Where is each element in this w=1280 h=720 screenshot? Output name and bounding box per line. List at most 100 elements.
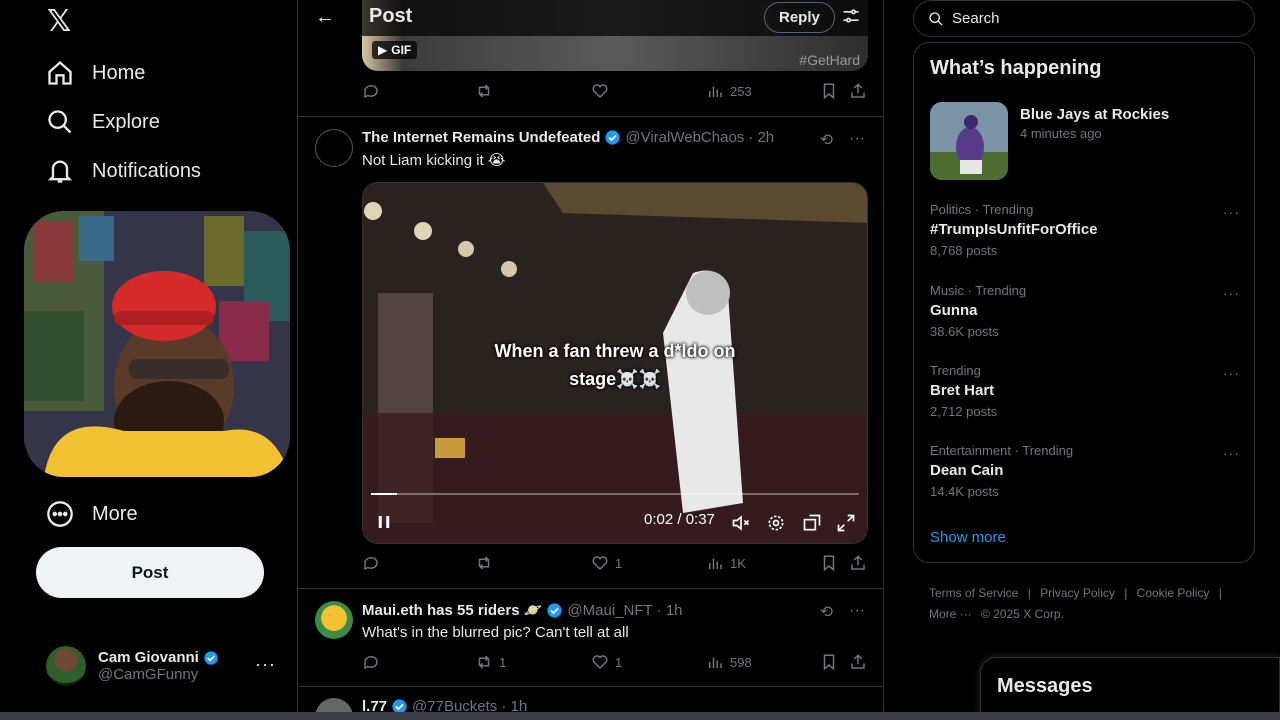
terms-link[interactable]: Terms of Service	[929, 586, 1018, 600]
video-controls: 0:02 / 0:37	[363, 499, 867, 543]
pause-icon[interactable]	[375, 513, 393, 531]
filter-sliders-icon[interactable]	[841, 6, 861, 26]
grok-icon[interactable]: ⟲	[820, 602, 833, 622]
footer-more-link[interactable]: More ···	[929, 607, 972, 621]
bookmark-action[interactable]	[820, 82, 838, 100]
search-input[interactable]	[952, 10, 1232, 27]
trend-count: 14.4K posts	[930, 484, 999, 499]
reply-icon	[364, 84, 378, 99]
mute-icon[interactable]	[731, 513, 751, 533]
like-action[interactable]	[591, 82, 609, 100]
cookie-link[interactable]: Cookie Policy	[1137, 586, 1210, 600]
post-button[interactable]: Post	[36, 547, 264, 598]
reply-button[interactable]: Reply	[764, 2, 835, 33]
views-action[interactable]: 598	[706, 653, 752, 671]
grok-icon[interactable]: ⟲	[820, 130, 833, 150]
footer-separator: |	[1027, 586, 1031, 600]
featured-event-title[interactable]: Blue Jays at Rockies	[1020, 106, 1169, 123]
account-display-name: Cam Giovanni	[98, 649, 199, 666]
tweet-author-handle[interactable]: @Maui_NFT	[567, 602, 652, 619]
messages-label: Messages	[997, 675, 1093, 697]
back-arrow-icon[interactable]: ←	[315, 6, 335, 29]
share-icon	[851, 654, 865, 669]
nav-home[interactable]: Home	[46, 49, 145, 97]
account-switcher[interactable]: Cam Giovanni @CamGFunny ···	[46, 642, 286, 690]
nav-more[interactable]: More	[46, 490, 138, 538]
trend-item[interactable]: Entertainment · Trending Dean Cain 14.4K…	[930, 443, 1240, 505]
views-action[interactable]: 253	[706, 82, 752, 100]
fullscreen-icon[interactable]	[836, 513, 856, 533]
tweet-author-name[interactable]: Maui.eth has 55 riders 🪐	[362, 601, 542, 619]
repost-action[interactable]: 1	[475, 653, 506, 671]
reply-action[interactable]	[362, 653, 380, 671]
nav-notifications[interactable]: Notifications	[46, 147, 201, 195]
trend-count: 38.6K posts	[930, 324, 999, 339]
video-progress-fill	[371, 493, 398, 495]
verified-badge-icon	[547, 602, 562, 618]
share-action[interactable]	[849, 653, 867, 671]
trend-more-icon[interactable]: ···	[1223, 365, 1240, 381]
more-options-icon[interactable]: ···	[849, 602, 865, 622]
reply-action[interactable]	[362, 554, 380, 572]
tweet-timestamp[interactable]: · 2h	[748, 129, 774, 146]
trend-category: Trending	[930, 363, 981, 378]
trend-item[interactable]: Music · Trending Gunna 38.6K posts ···	[930, 283, 1240, 345]
show-more-link[interactable]: Show more	[930, 529, 1006, 546]
page-title: Post	[369, 5, 413, 27]
share-action[interactable]	[849, 554, 867, 572]
account-more-icon[interactable]: ···	[255, 654, 276, 675]
video-caption-line-1: When a fan threw a d*ldo on	[494, 341, 736, 361]
like-count: 1	[615, 654, 623, 670]
gif-badge: ▶ GIF	[372, 41, 418, 59]
views-chart-icon	[709, 86, 722, 97]
tweet-top-actions: ⟲ ···	[820, 602, 865, 622]
trend-more-icon[interactable]: ···	[1223, 445, 1240, 461]
featured-event-image[interactable]	[930, 102, 1008, 180]
tweet-author-handle[interactable]: @ViralWebChaos	[625, 129, 744, 146]
repost-icon	[478, 84, 490, 98]
trend-item[interactable]: Trending Bret Hart 2,712 posts ···	[930, 363, 1240, 425]
copyright: © 2025 X Corp.	[981, 607, 1064, 621]
x-logo-icon[interactable]: 𝕏	[47, 4, 71, 39]
repost-icon	[478, 655, 490, 669]
tweet-timestamp[interactable]: · 1h	[657, 602, 683, 619]
settings-gear-icon[interactable]	[766, 513, 786, 533]
like-action[interactable]: 1	[591, 554, 622, 572]
privacy-link[interactable]: Privacy Policy	[1040, 586, 1115, 600]
repost-action[interactable]	[475, 82, 493, 100]
avatar[interactable]	[315, 601, 353, 639]
bookmark-action[interactable]	[820, 653, 838, 671]
trend-item[interactable]: Politics · Trending #TrumpIsUnfitForOffi…	[930, 202, 1240, 264]
bookmark-action[interactable]	[820, 554, 838, 572]
repost-action[interactable]	[475, 554, 499, 572]
tweet-author-name[interactable]: The Internet Remains Undefeated	[362, 129, 600, 146]
trend-name: Dean Cain	[930, 462, 1004, 479]
footer-links: Terms of Service | Privacy Policy | Cook…	[929, 583, 1249, 625]
reply-action[interactable]	[362, 82, 380, 100]
tweet-actions: 1 1K	[298, 554, 883, 578]
nav-explore-label: Explore	[92, 110, 160, 133]
trend-count: 8,768 posts	[930, 243, 998, 258]
messages-drawer[interactable]: Messages	[980, 657, 1280, 720]
share-action[interactable]	[849, 82, 867, 100]
video-progress-bar[interactable]	[371, 493, 859, 495]
views-count: 1K	[730, 555, 746, 571]
bookmark-icon	[823, 654, 835, 671]
verified-badge-icon	[605, 130, 620, 145]
like-action[interactable]: 1	[591, 653, 622, 671]
trends-heading: What’s happening	[930, 57, 1102, 79]
avatar[interactable]	[315, 129, 353, 167]
trend-more-icon[interactable]: ···	[1223, 285, 1240, 301]
tweet-top-actions: ⟲ ···	[820, 130, 865, 150]
nav-explore[interactable]: Explore	[46, 98, 160, 146]
video-player[interactable]: When a fan threw a d*ldo on stage☠️☠️ 0:…	[362, 182, 868, 544]
search-icon	[929, 11, 943, 25]
trend-more-icon[interactable]: ···	[1223, 204, 1240, 220]
search-box[interactable]	[913, 0, 1255, 37]
tweet-header: The Internet Remains Undefeated @ViralWe…	[362, 129, 774, 146]
divider	[298, 686, 883, 687]
picture-in-picture-icon[interactable]	[802, 513, 822, 533]
views-action[interactable]: 1K	[706, 554, 746, 572]
more-options-icon[interactable]: ···	[849, 130, 865, 150]
like-count: 1	[615, 555, 623, 571]
